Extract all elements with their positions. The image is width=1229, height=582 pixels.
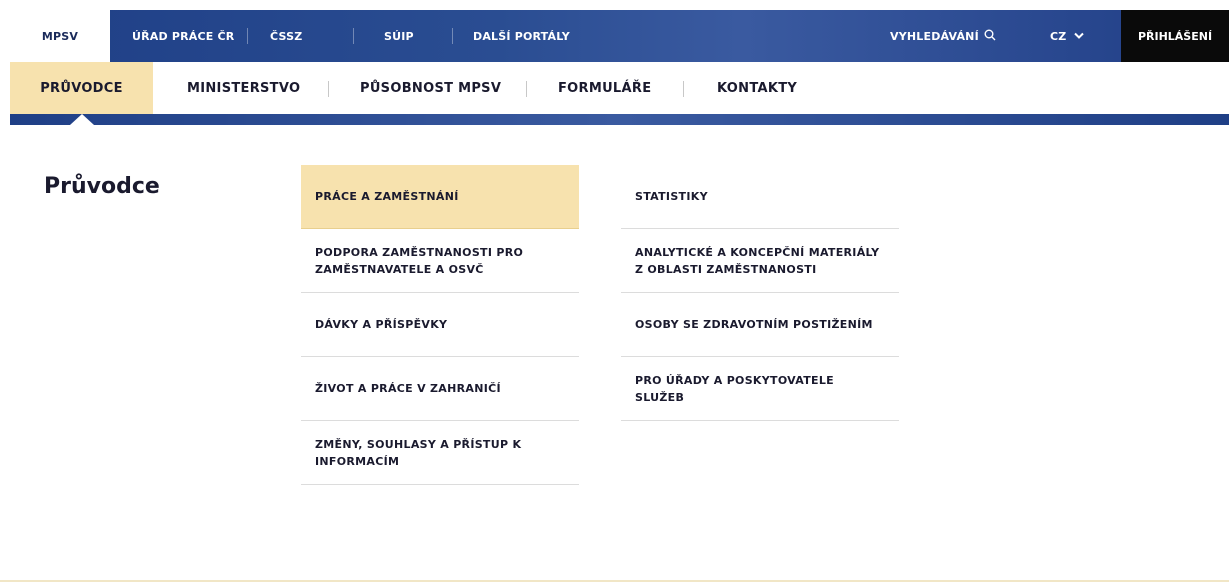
nav-item-pusobnost-mpsv[interactable]: PŮSOBNOST MPSV [360, 62, 501, 114]
nav-item-formulare[interactable]: FORMULÁŘE [558, 62, 651, 114]
search-icon [984, 29, 996, 44]
chevron-down-icon [1074, 30, 1085, 43]
nav-underline-strip [10, 114, 1229, 125]
submenu-right-column: STATISTIKY ANALYTICKÉ A KONCEPČNÍ MATERI… [621, 165, 899, 421]
submenu-link-podpora-zamestnanosti[interactable]: PODPORA ZAMĚSTNANOSTI PRO ZAMĚSTNAVATELE… [301, 229, 579, 293]
nav-separator [683, 81, 684, 97]
portal-tab-dalsi-portaly[interactable]: DALŠÍ PORTÁLY [473, 10, 570, 62]
language-label: CZ [1050, 29, 1067, 43]
portal-separator [452, 28, 453, 44]
submenu-link-osoby-se-zdravotnim-postizenim[interactable]: OSOBY SE ZDRAVOTNÍM POSTIŽENÍM [621, 293, 899, 357]
portal-tab-cssz[interactable]: ČSSZ [270, 10, 302, 62]
submenu-link-prace-a-zamestnani[interactable]: PRÁCE A ZAMĚSTNÁNÍ [301, 165, 579, 229]
portal-tab-urad-prace[interactable]: ÚŘAD PRÁCE ČR [132, 10, 234, 62]
submenu-link-statistiky[interactable]: STATISTIKY [621, 165, 899, 229]
portal-bar: MPSV ÚŘAD PRÁCE ČR ČSSZ SÚIP DALŠÍ PORTÁ… [10, 10, 1229, 62]
nav-separator [328, 81, 329, 97]
nav-item-ministerstvo[interactable]: MINISTERSTVO [187, 62, 300, 114]
submenu-link-zivot-a-prace-v-zahranici[interactable]: ŽIVOT A PRÁCE V ZAHRANIČÍ [301, 357, 579, 421]
search-button[interactable]: VYHLEDÁVÁNÍ [890, 10, 996, 62]
language-select[interactable]: CZ [1050, 10, 1085, 62]
page-title: Průvodce [44, 174, 160, 199]
submenu-link-analyticke-materialy[interactable]: ANALYTICKÉ A KONCEPČNÍ MATERIÁLY Z OBLAS… [621, 229, 899, 293]
portal-separator [353, 28, 354, 44]
submenu-link-pro-urady[interactable]: PRO ÚŘADY A POSKYTOVATELE SLUŽEB [621, 357, 899, 421]
login-button[interactable]: PŘIHLÁŠENÍ [1121, 10, 1229, 62]
submenu-link-davky-a-prispevky[interactable]: DÁVKY A PŘÍSPĚVKY [301, 293, 579, 357]
submenu-left-column: PRÁCE A ZAMĚSTNÁNÍ PODPORA ZAMĚSTNANOSTI… [301, 165, 579, 485]
submenu-link-zmeny-souhlasy[interactable]: ZMĚNY, SOUHLASY A PŘÍSTUP K INFORMACÍM [301, 421, 579, 485]
search-label: VYHLEDÁVÁNÍ [890, 29, 979, 43]
nav-item-kontakty[interactable]: KONTAKTY [717, 62, 797, 114]
nav-item-pruvodce[interactable]: PRŮVODCE [10, 62, 153, 114]
portal-tab-mpsv[interactable]: MPSV [10, 10, 110, 62]
active-indicator-notch [70, 114, 94, 125]
nav-separator [526, 81, 527, 97]
main-nav: PRŮVODCE MINISTERSTVO PŮSOBNOST MPSV FOR… [10, 62, 1229, 114]
portal-tab-suip[interactable]: SÚIP [384, 10, 414, 62]
portal-separator [247, 28, 248, 44]
